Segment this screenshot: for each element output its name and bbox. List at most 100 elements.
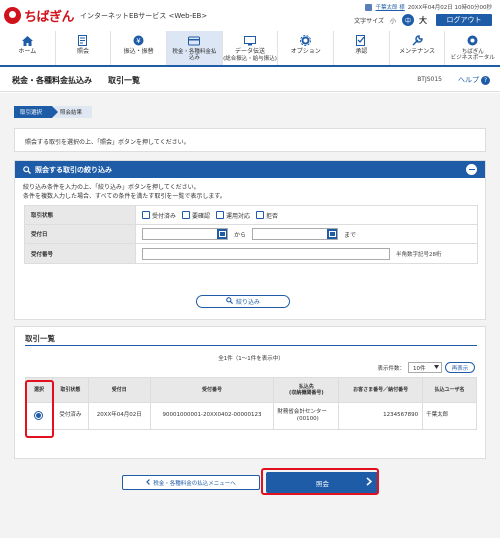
number-hint: 半角数字記号28桁 [396,251,442,258]
checkbox-box[interactable] [142,211,150,219]
status-checkbox[interactable]: 要確認 [182,211,210,220]
help-label: ヘルプ [458,76,479,84]
user-info: 千葉太郎 様 20XX年04月02日 10時00分00秒 [365,3,492,11]
nav-label: 照会 [77,48,90,55]
filter-panel: 照会する取引の絞り込み 絞り込み条件を入力の上、「絞り込み」ボタンを押してくださ… [14,160,486,320]
status-options: 受付済み 要確認 運用対応 拒否 [136,206,477,224]
nav-tax-payment[interactable]: 税金・各種料金払込み [167,31,223,65]
nav-portal[interactable]: ちばぎん ビジネスポータル [445,31,500,65]
portal-icon [466,34,480,47]
search-icon [226,297,233,306]
brand-name: ちばぎん [24,10,75,25]
col-payee-line2: (収納機関番号) [289,390,324,396]
inquiry-button[interactable]: 照会 [266,472,379,493]
date-to-input[interactable] [252,228,339,240]
status-checkbox[interactable]: 受付済み [142,211,176,220]
nav-label: データ伝送 [235,48,266,55]
date-label: 受付日 [25,225,136,243]
filter-row-date: 受付日 から まで [25,225,477,244]
font-large-button[interactable]: 大 [417,14,429,26]
nav-label: オプション [290,48,321,55]
back-to-menu-button[interactable]: 税金・各種料金の払込メニューへ [122,475,260,490]
help-link[interactable]: ヘルプ ? [458,75,490,85]
col-payee: 払込先 (収納機関番号) [273,377,340,403]
font-size-label: 文字サイズ [354,17,384,25]
receipt-number-input[interactable] [142,247,390,260]
checkbox-label: 受付済み [152,212,177,220]
logout-button[interactable]: ログアウト [436,14,492,26]
step-indicator: 取引選択 照会結果 [14,106,93,118]
font-small-button[interactable]: 小 [387,14,399,26]
row-number: 90001000001-20XX0402-00000123 [149,402,275,430]
svg-text:¥: ¥ [136,37,141,45]
nav-label: 税金・各種料金払込み [172,49,217,62]
checkbox-box[interactable] [182,211,191,219]
nav-approval[interactable]: 承認 [334,31,390,65]
filter-row-number: 受付番号 半角数字記号28桁 [25,244,477,263]
nav-home[interactable]: ホーム [0,31,56,65]
filter-desc-line: 条件を複数入力した場合、すべての条件を満たす取引を一覧で表示します。 [23,193,226,200]
step-current: 取引選択 [14,106,59,118]
table-row[interactable]: 受付済み 20XX年04月02日 90001000001-20XX0402-00… [25,402,477,430]
checkbox-box[interactable] [216,211,225,219]
instruction-text: 照会する取引を選択の上、「照会」ボタンを押してください。 [25,139,190,146]
nav-transfer[interactable]: ¥ 振込・振替 [111,31,168,65]
col-user: 払込ユーザ名 [422,377,477,403]
filter-desc-line: 絞り込み条件を入力の上、「絞り込み」ボタンを押してください。 [23,184,200,191]
row-select-cell[interactable] [25,402,53,430]
last-login: 20XX年04月02日 10時00分00秒 [407,5,492,11]
chevron-right-icon [366,477,373,488]
nav-option[interactable]: オプション [278,31,335,65]
redisplay-button[interactable]: 再表示 [445,362,475,373]
main-content: 取引選択 照会結果 照会する取引を選択の上、「照会」ボタンを押してください。 照… [0,93,500,538]
font-medium-button[interactable]: 中 [402,14,414,26]
search-icon [23,165,31,174]
table-header-row: 選択 取引状態 受付日 受付番号 払込先 (収納機関番号) お客さま番号／納付番… [25,377,477,403]
checkbox-label: 要確認 [192,212,211,220]
page-title: 税金・各種料金払込み 取引一覧 [12,76,140,85]
filter-row-status: 取引状態 受付済み 要確認 運用対応 拒否 [25,206,477,225]
header: ちばぎん インターネットEBサービス <Web-EB> 千葉太郎 様 20XX年… [0,0,500,30]
nav-sublabel: ビジネスポータル [450,55,495,62]
list-title: 取引一覧 [25,334,55,343]
nav-inquiry[interactable]: 照会 [56,31,112,65]
col-customer-no: お客さま番号／納付番号 [338,377,424,403]
status-checkbox[interactable]: 拒否 [256,211,278,220]
display-count-control: 表示件数： 10件 再表示 [377,362,475,373]
row-payee: 財務省会計センター [277,408,327,415]
tax-payment-icon [187,34,201,47]
row-radio[interactable] [34,410,44,420]
collapse-icon[interactable] [466,164,477,175]
status-checkbox[interactable]: 運用対応 [216,211,250,220]
row-date: 20XX年04月02日 [87,402,151,430]
nav-sublabel: (総合振込・給与振込) [223,55,277,62]
user-name[interactable]: 千葉太郎 様 [375,3,404,11]
action-bar: 税金・各種料金の払込メニューへ 照会 [14,465,486,537]
radio-dot [36,412,42,418]
nav-maintenance[interactable]: メンテナンス [390,31,446,65]
nav-data-transfer[interactable]: データ伝送 (総合振込・給与振込) [223,31,279,65]
date-from-input[interactable] [142,228,228,240]
transfer-icon: ¥ [132,34,146,47]
service-name: インターネットEBサービス <Web-EB> [80,11,208,20]
result-count: 全1件（1～1件を表示中） [218,356,284,362]
narrow-down-button[interactable]: 絞り込み [196,295,290,308]
approval-icon [354,34,368,47]
bank-logo[interactable]: ちばぎん インターネットEBサービス <Web-EB> [4,6,207,25]
calendar-icon[interactable] [327,229,338,239]
date-range: から まで [136,225,477,243]
checkbox-label: 拒否 [266,212,279,220]
home-icon [20,34,34,47]
calendar-icon[interactable] [217,229,227,239]
chevron-left-icon [146,478,151,487]
display-count-select[interactable]: 10件 [408,362,442,373]
nav-label: ホーム [18,48,37,55]
step-next: 照会結果 [54,106,93,118]
col-date: 受付日 [87,377,151,403]
checkbox-box[interactable] [256,211,265,219]
display-count-label: 表示件数： [377,365,405,372]
row-customer-no: 1234567890 [338,402,424,430]
filter-header[interactable]: 照会する取引の絞り込み [15,161,485,178]
date-to-sep: まで [344,231,357,239]
row-payee-cell: 財務省会計センター (00100) [273,402,340,430]
